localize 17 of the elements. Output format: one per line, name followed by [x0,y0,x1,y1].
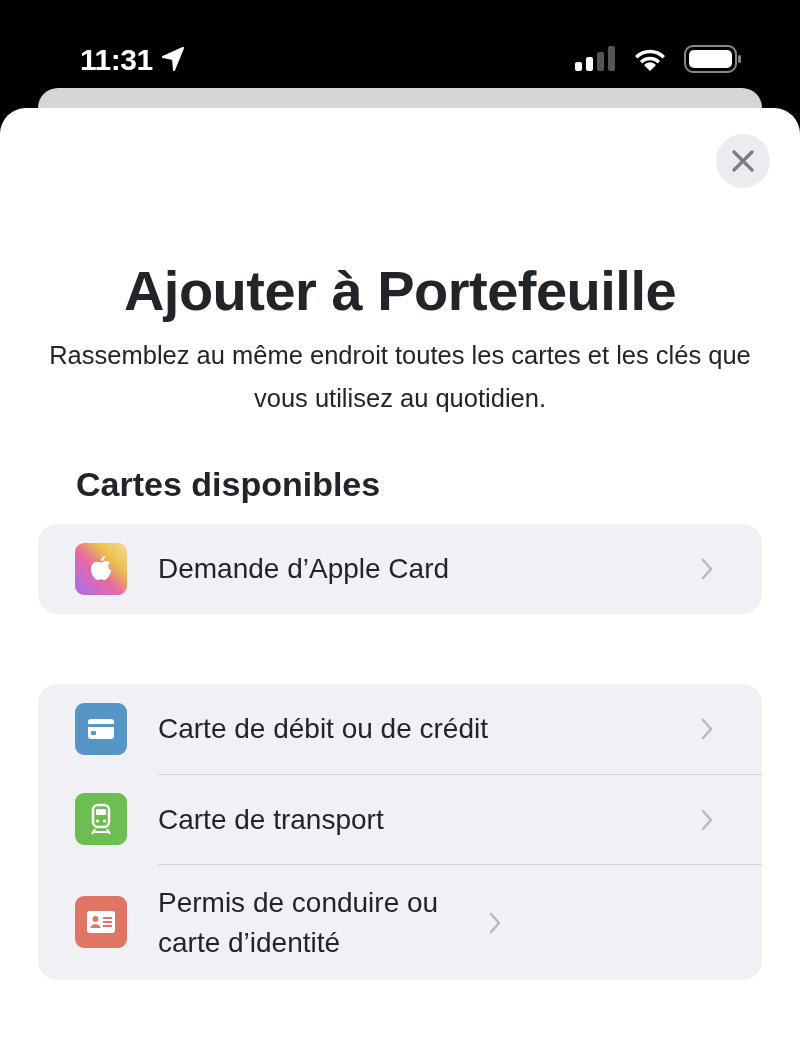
chevron-right-icon [700,807,714,832]
sheet-description: Rassemblez au même endroit toutes les cartes et les clés que vous utilisez au quotidien. [48,339,752,414]
signal-icon [574,46,616,72]
battery-icon [684,45,742,73]
list-item-label[interactable]: Permis de conduire ou carte d’identité [158,882,488,963]
chevron-right-icon [700,717,714,742]
chevron-right-icon [700,557,714,582]
list-item-label[interactable]: Demande d’Apple Card [158,549,700,590]
chevron-right-icon [488,910,502,935]
apple-icon [75,543,127,596]
clock: 11:31 [80,41,153,78]
list-item-label[interactable]: Carte de transport [158,799,700,840]
close-icon [732,150,754,172]
location-arrow-icon [160,46,185,72]
sheet-title: Ajouter à Portefeuille [122,260,678,322]
list-item-label[interactable]: Carte de débit ou de crédit [158,709,700,750]
section-header: Cartes disponibles [76,463,382,505]
